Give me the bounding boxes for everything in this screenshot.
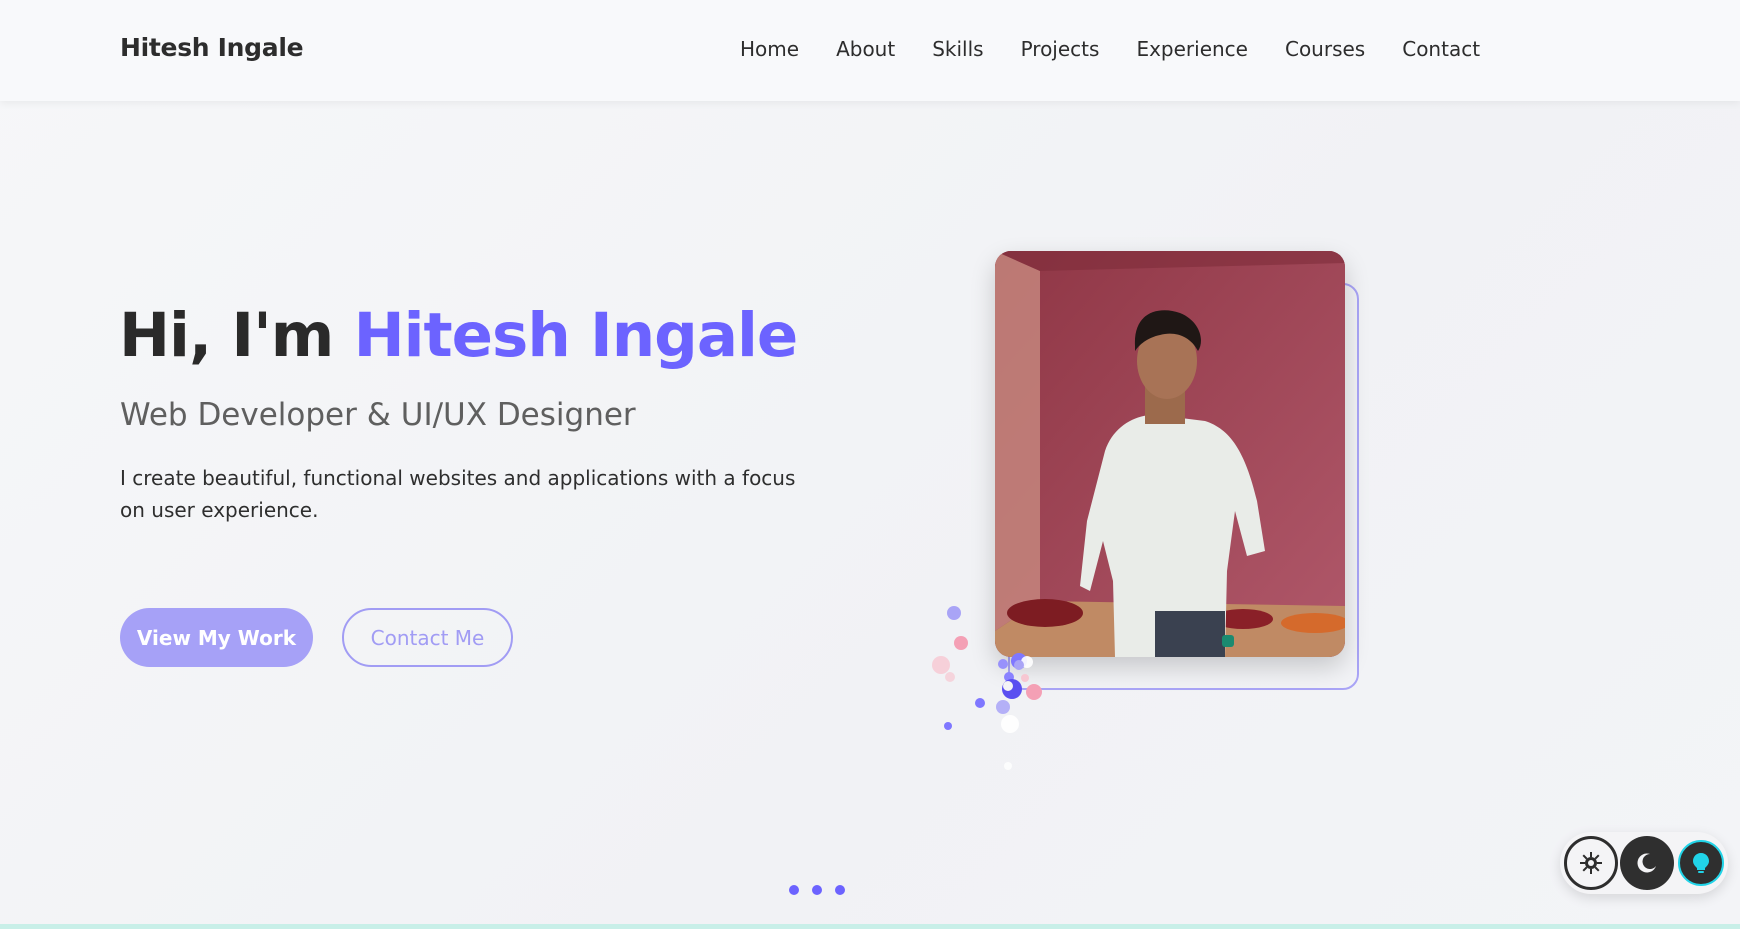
contact-me-button[interactable]: Contact Me bbox=[342, 608, 513, 667]
theme-switcher bbox=[1560, 832, 1728, 894]
nav-link-experience[interactable]: Experience bbox=[1136, 37, 1248, 61]
dot-indicator bbox=[789, 885, 799, 895]
hero-greeting: Hi, I'm bbox=[119, 300, 334, 371]
lightbulb-icon bbox=[1693, 853, 1709, 873]
dot-indicator bbox=[835, 885, 845, 895]
dark-theme-button[interactable] bbox=[1620, 836, 1674, 890]
hero-description: I create beautiful, functional websites … bbox=[120, 466, 796, 522]
nav-link-skills[interactable]: Skills bbox=[932, 37, 983, 61]
hero-subtitle: Web Developer & UI/UX Designer bbox=[120, 397, 636, 433]
hero-title: Hi, I'm Hitesh Ingale bbox=[119, 300, 799, 371]
nav-link-home[interactable]: Home bbox=[740, 37, 799, 61]
dot-indicator bbox=[812, 885, 822, 895]
idea-theme-button[interactable] bbox=[1678, 840, 1724, 886]
particle-decoration bbox=[932, 606, 1042, 770]
profile-photo bbox=[995, 251, 1345, 657]
light-theme-button[interactable] bbox=[1564, 836, 1618, 890]
nav-link-courses[interactable]: Courses bbox=[1285, 37, 1365, 61]
navbar: Hitesh Ingale Home About Skills Projects… bbox=[0, 0, 1740, 101]
nav-link-projects[interactable]: Projects bbox=[1021, 37, 1100, 61]
brand-logo[interactable]: Hitesh Ingale bbox=[120, 33, 304, 62]
hero-name: Hitesh Ingale bbox=[353, 300, 799, 371]
moon-icon bbox=[1637, 853, 1656, 873]
nav-link-about[interactable]: About bbox=[836, 37, 895, 61]
nav-link-contact[interactable]: Contact bbox=[1402, 37, 1480, 61]
nav-menu: Home About Skills Projects Experience Co… bbox=[740, 37, 1517, 61]
bottom-divider bbox=[0, 924, 1740, 929]
loading-dots bbox=[789, 885, 845, 895]
sun-gear-icon bbox=[1580, 852, 1602, 874]
profile-photo-illustration bbox=[995, 251, 1345, 657]
view-my-work-button[interactable]: View My Work bbox=[120, 608, 313, 667]
